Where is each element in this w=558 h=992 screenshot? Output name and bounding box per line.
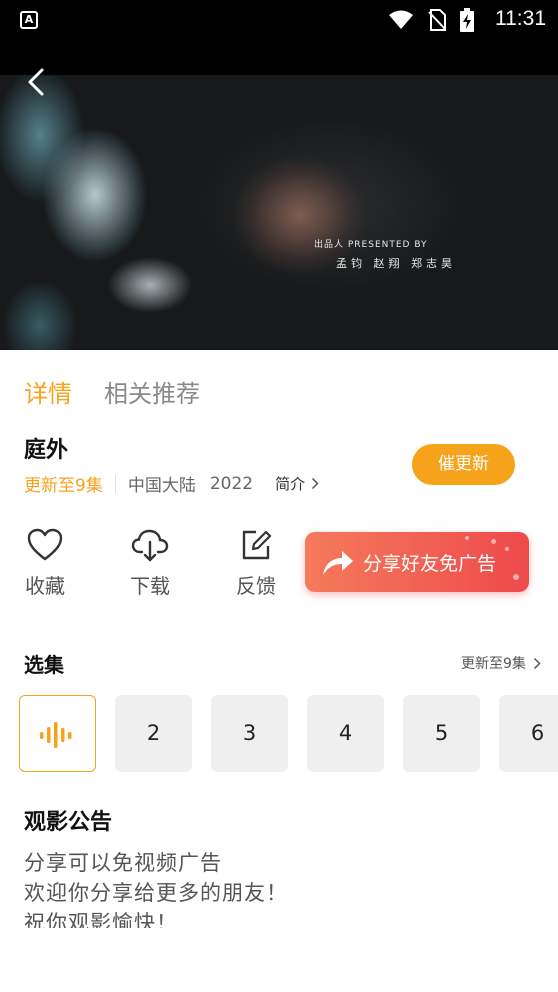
credit-label: 出品人 PRESENTED BY [314,240,428,250]
episode-list: 2 3 4 5 6 [0,695,558,773]
video-frame[interactable] [0,75,558,350]
notice-title: 观影公告 [24,810,113,835]
episode-1-playing[interactable] [19,695,96,772]
episode-5[interactable]: 5 [403,695,480,772]
status-bar: A 11:31 [0,0,558,40]
audio-wave-icon [40,722,72,748]
decor-dot [465,536,469,540]
episode-3[interactable]: 3 [211,695,288,772]
clock: 11:31 [495,7,546,30]
battery-charging-icon [460,8,474,32]
decor-dot [505,547,509,551]
share-friends-button[interactable]: 分享好友免广告 [305,532,529,592]
feedback-button[interactable]: 反馈 [226,528,286,599]
chevron-right-icon [533,657,541,669]
edit-icon [242,530,272,560]
back-arrow-icon[interactable] [20,62,56,102]
favorite-label: 收藏 [25,574,65,598]
wifi-icon [389,10,413,29]
notice-line: 祝你观影愉快！ [24,911,178,928]
share-arrow-icon [323,551,353,575]
episode-6[interactable]: 6 [499,695,558,772]
episode-4[interactable]: 4 [307,695,384,772]
status-icons [388,8,474,32]
update-status: 更新至9集 [24,476,103,496]
episodes-more-label: 更新至9集 [461,656,526,672]
decor-dot [513,574,519,580]
video-credit: 出品人 PRESENTED BY 孟钧 赵翔 郑志昊 [314,237,456,271]
episodes-heading: 选集 [24,653,64,677]
video-player[interactable]: 出品人 PRESENTED BY 孟钧 赵翔 郑志昊 [0,40,558,350]
year: 2022 [209,473,254,494]
region: 中国大陆 [127,476,196,496]
tab-details[interactable]: 详情 [24,374,72,409]
notice-body: 分享可以免视频广告 欢迎你分享给更多的朋友！ 祝你观影愉快！ [24,848,534,928]
favorite-button[interactable]: 收藏 [15,528,75,599]
tab-recommendations[interactable]: 相关推荐 [104,374,200,409]
download-button[interactable]: 下载 [120,528,180,599]
heart-icon [27,528,63,561]
notice-line: 欢迎你分享给更多的朋友！ [24,881,288,905]
intro-label: 简介 [275,475,306,493]
app-notification-icon: A [20,11,38,29]
download-label: 下载 [130,574,170,598]
intro-link[interactable]: 简介 [275,473,319,494]
no-sim-icon [428,9,446,31]
episode-2[interactable]: 2 [115,695,192,772]
detail-tabs: 详情 相关推荐 [24,374,200,409]
meta-divider [114,474,116,493]
notice-line: 分享可以免视频广告 [24,851,222,875]
cloud-download-icon [131,529,169,562]
show-meta: 更新至9集 中国大陆 2022 简介 [24,471,319,496]
episodes-more-link[interactable]: 更新至9集 [461,653,541,673]
decor-dot [491,539,496,544]
show-title: 庭外 [24,438,69,463]
share-button-label: 分享好友免广告 [363,553,497,575]
chevron-right-icon [312,477,319,490]
credit-names: 孟钧 赵翔 郑志昊 [336,257,456,270]
urge-update-button[interactable]: 催更新 [412,444,515,485]
feedback-label: 反馈 [236,574,276,598]
